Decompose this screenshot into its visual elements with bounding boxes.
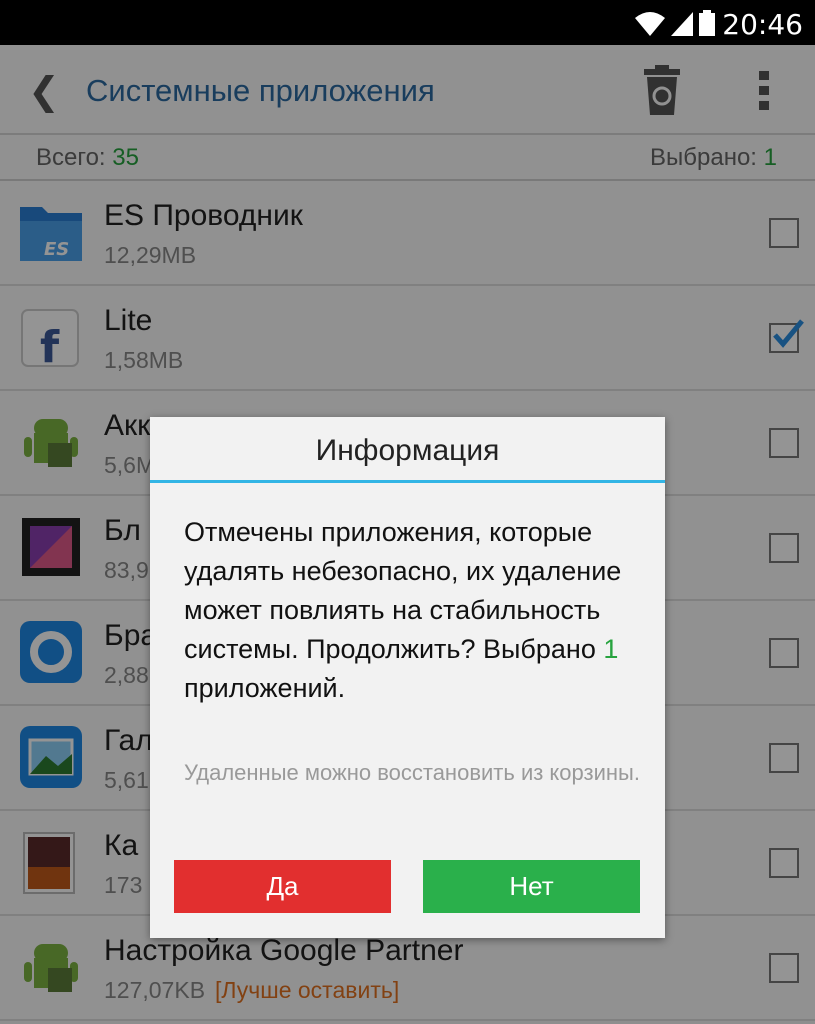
status-time: 20:46 bbox=[722, 8, 803, 41]
signal-icon bbox=[671, 12, 693, 36]
info-dialog: Информация Отмечены приложения, которые … bbox=[150, 417, 665, 938]
selected-count-value: 1 bbox=[603, 634, 619, 664]
status-bar: 20:46 bbox=[0, 0, 815, 45]
dialog-subtext: Удаленные можно восстановить из корзины. bbox=[184, 760, 640, 785]
wifi-icon bbox=[635, 12, 665, 36]
dialog-title: Информация bbox=[150, 417, 665, 483]
no-button[interactable]: Нет bbox=[423, 860, 640, 913]
battery-icon bbox=[699, 10, 715, 36]
dialog-message: Отмечены приложения, которые удалять неб… bbox=[184, 517, 622, 703]
yes-button[interactable]: Да bbox=[174, 860, 391, 913]
status-icons bbox=[635, 10, 715, 36]
